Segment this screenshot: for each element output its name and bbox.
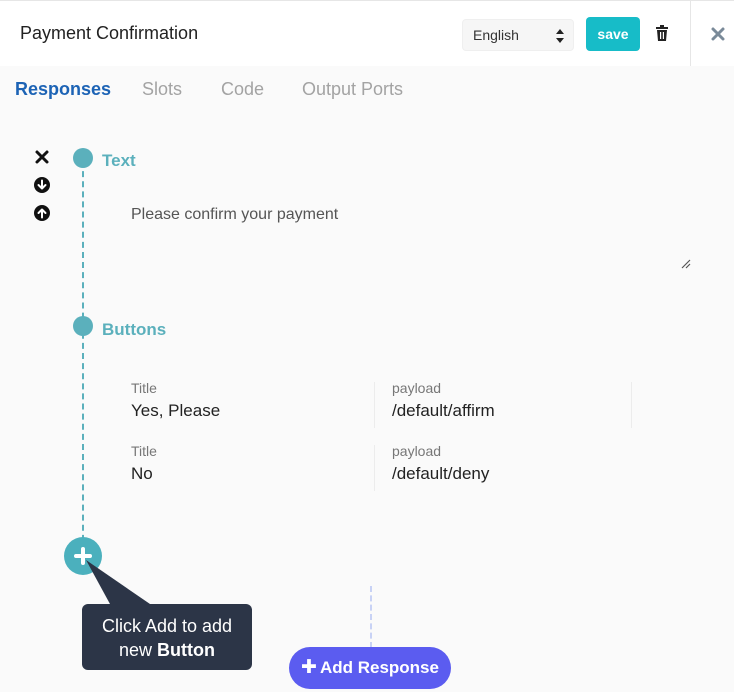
tooltip-line2-text: new: [118, 640, 158, 660]
column-divider: [631, 382, 632, 428]
close-icon[interactable]: [710, 26, 726, 42]
button-payload-label: payload: [392, 443, 442, 459]
button-title-label: Title: [131, 443, 157, 459]
header-divider: [690, 1, 691, 67]
language-select[interactable]: English: [462, 19, 574, 51]
timeline-line: [82, 161, 84, 551]
tab-code[interactable]: Code: [221, 79, 264, 100]
connector-line: [370, 586, 372, 648]
add-response-button[interactable]: ✚ Add Response: [289, 647, 451, 689]
button-title-field[interactable]: No: [131, 464, 153, 484]
header-bar: Payment Confirmation English save: [0, 0, 734, 67]
trash-icon[interactable]: [655, 25, 669, 41]
text-response-textarea[interactable]: Please confirm your payment: [118, 190, 696, 274]
plus-icon: ✚: [301, 657, 317, 678]
tooltip-line1: Click Add to add: [101, 616, 233, 636]
tooltip-line2-bold: Button: [157, 640, 215, 660]
text-response-value: Please confirm your payment: [131, 206, 339, 223]
tab-slots[interactable]: Slots: [142, 79, 182, 100]
timeline-dot-buttons: [73, 316, 93, 336]
arrow-down-circle-icon[interactable]: [34, 177, 50, 193]
tooltip: Click Add to add new Button: [82, 604, 252, 670]
add-response-label: Add Response: [319, 658, 439, 677]
button-row: Title Yes, Please payload /default/affir…: [118, 378, 633, 434]
column-divider: [374, 445, 375, 491]
text-section-label: Text: [102, 151, 136, 170]
button-title-field[interactable]: Yes, Please: [131, 401, 220, 421]
save-button[interactable]: save: [586, 17, 640, 51]
tooltip-line2: new Button: [82, 638, 252, 662]
tab-responses[interactable]: Responses: [15, 79, 111, 100]
tooltip-pointer: [86, 560, 150, 604]
resize-handle-icon[interactable]: [679, 257, 691, 269]
close-icon[interactable]: [34, 149, 50, 165]
language-select-value: English: [473, 27, 519, 43]
button-payload-field[interactable]: /default/deny: [392, 464, 489, 484]
sort-caret-icon: [556, 29, 564, 43]
arrow-up-circle-icon[interactable]: [34, 205, 50, 221]
button-title-label: Title: [131, 380, 157, 396]
tab-output-ports[interactable]: Output Ports: [302, 79, 403, 100]
button-row: Title No payload /default/deny: [118, 441, 633, 497]
timeline-dot-text: [73, 148, 93, 168]
button-payload-label: payload: [392, 380, 442, 396]
buttons-section-label: Buttons: [102, 320, 167, 339]
button-payload-field[interactable]: /default/affirm: [392, 401, 495, 421]
page-title: Payment Confirmation: [20, 23, 199, 43]
tab-bar: Responses Slots Code Output Ports: [0, 66, 734, 114]
column-divider: [374, 382, 375, 428]
